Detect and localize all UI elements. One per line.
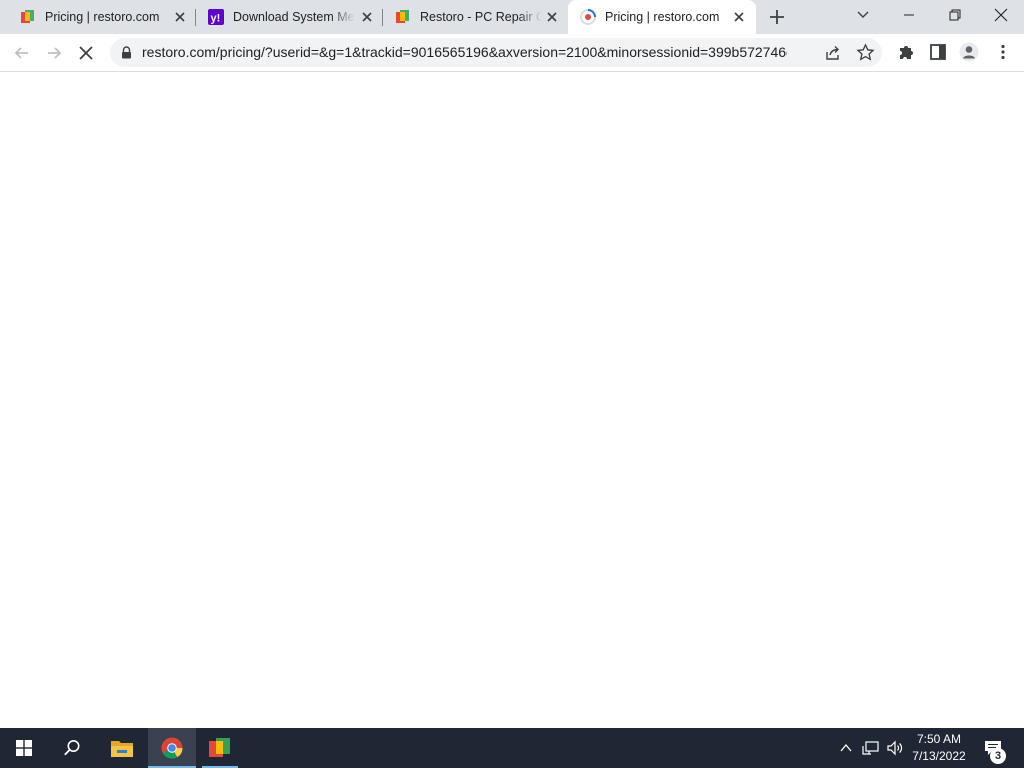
system-clock[interactable]: 7:50 AM 7/13/2022 (906, 731, 972, 765)
tab-search-button[interactable] (840, 0, 886, 30)
close-icon (994, 8, 1008, 22)
restore-icon (949, 9, 961, 21)
tab-restoro-pc-repair[interactable]: Restoro - PC Repair Or (383, 0, 569, 34)
close-icon[interactable] (360, 10, 374, 24)
restoro-icon (21, 10, 34, 23)
tab-download-system-mechanic[interactable]: y! Download System Mec (196, 0, 382, 34)
lock-icon[interactable] (121, 46, 132, 59)
clock-time: 7:50 AM (916, 732, 962, 746)
tab-title: Pricing | restoro.com (605, 10, 720, 24)
tab-pricing-restoro-1[interactable]: Pricing | restoro.com (8, 0, 196, 34)
taskbar-file-explorer[interactable] (98, 728, 146, 768)
tab-title: Pricing | restoro.com (45, 10, 160, 24)
tab-pricing-restoro-active[interactable]: Pricing | restoro.com (568, 0, 756, 34)
minimize-button[interactable] (886, 0, 932, 30)
restoro-icon (209, 738, 230, 757)
windows-taskbar: 7:50 AM 7/13/2022 3 (0, 728, 1024, 768)
taskbar-search-button[interactable] (48, 728, 96, 768)
notification-count-badge: 3 (990, 748, 1006, 764)
yahoo-icon: y! (208, 9, 224, 25)
windows-logo-icon (16, 740, 32, 756)
chevron-up-icon[interactable] (839, 742, 853, 754)
restore-button[interactable] (932, 0, 978, 30)
svg-text:y!: y! (211, 13, 221, 25)
folder-icon (111, 741, 133, 757)
tab-title: Restoro - PC Repair Or (420, 10, 542, 24)
search-icon (64, 740, 80, 756)
bookmark-star-icon[interactable] (856, 43, 875, 62)
close-icon[interactable] (173, 10, 187, 24)
tab-title: Download System Mec (233, 10, 355, 24)
taskbar-restoro[interactable] (198, 728, 242, 768)
chrome-icon (161, 737, 183, 759)
taskbar-chrome[interactable] (148, 728, 196, 768)
close-window-button[interactable] (978, 0, 1024, 30)
side-panel-icon[interactable] (928, 42, 948, 62)
network-icon[interactable] (862, 739, 880, 757)
forward-icon[interactable] (44, 43, 64, 63)
share-icon[interactable] (824, 44, 842, 62)
more-vert-icon[interactable] (993, 42, 1013, 62)
chevron-down-icon (857, 11, 869, 18)
new-tab-icon[interactable] (767, 7, 787, 27)
action-center-button[interactable]: 3 (978, 728, 1024, 768)
url-text[interactable]: restoro.com/pricing/?userid=&g=1&trackid… (142, 44, 787, 61)
close-icon[interactable] (732, 10, 746, 24)
start-button[interactable] (0, 728, 48, 768)
close-icon[interactable] (545, 10, 559, 24)
clock-date: 7/13/2022 (912, 749, 966, 763)
restoro-icon (396, 10, 409, 23)
volume-icon[interactable] (886, 739, 904, 757)
chrome-loading-icon (580, 9, 596, 25)
stop-loading-icon[interactable] (76, 43, 96, 63)
extensions-puzzle-icon[interactable] (896, 42, 916, 62)
address-bar[interactable]: restoro.com/pricing/?userid=&g=1&trackid… (110, 38, 882, 67)
page-content (0, 72, 1024, 728)
profile-avatar-icon[interactable] (959, 42, 979, 62)
browser-toolbar: restoro.com/pricing/?userid=&g=1&trackid… (0, 34, 1024, 72)
minimize-icon (904, 14, 914, 16)
back-icon[interactable] (12, 43, 32, 63)
tab-strip: Pricing | restoro.com y! Download System… (0, 0, 1024, 34)
